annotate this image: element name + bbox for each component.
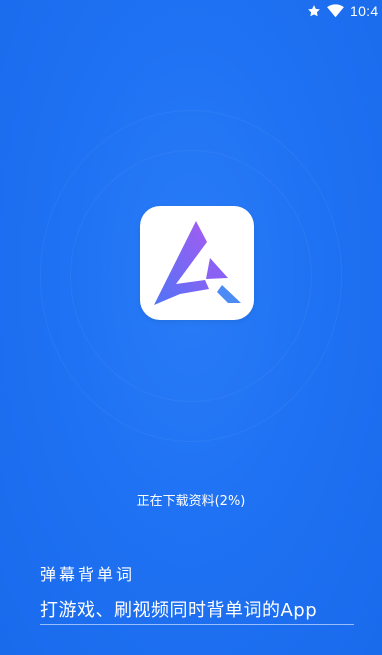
slogan-underline (40, 624, 354, 625)
brand-title: 弹幕背单词 (40, 565, 136, 584)
star-icon (307, 4, 321, 18)
status-time: 10:4 (350, 3, 379, 19)
loading-progress-text: 正在下载资料(2%) (136, 494, 246, 509)
app-logo (140, 206, 254, 320)
wifi-icon (327, 4, 344, 18)
status-bar: 10:4 (0, 0, 382, 22)
status-icons: 10:4 (307, 0, 382, 22)
app-logo-icon (154, 221, 241, 305)
brand-slogan: 打游戏、刷视频同时背单词的App (40, 600, 318, 621)
splash-screen: 10:4 正在下载资料(2%) 弹幕背单词 打游戏、刷视频同时背单词的App (0, 0, 382, 655)
